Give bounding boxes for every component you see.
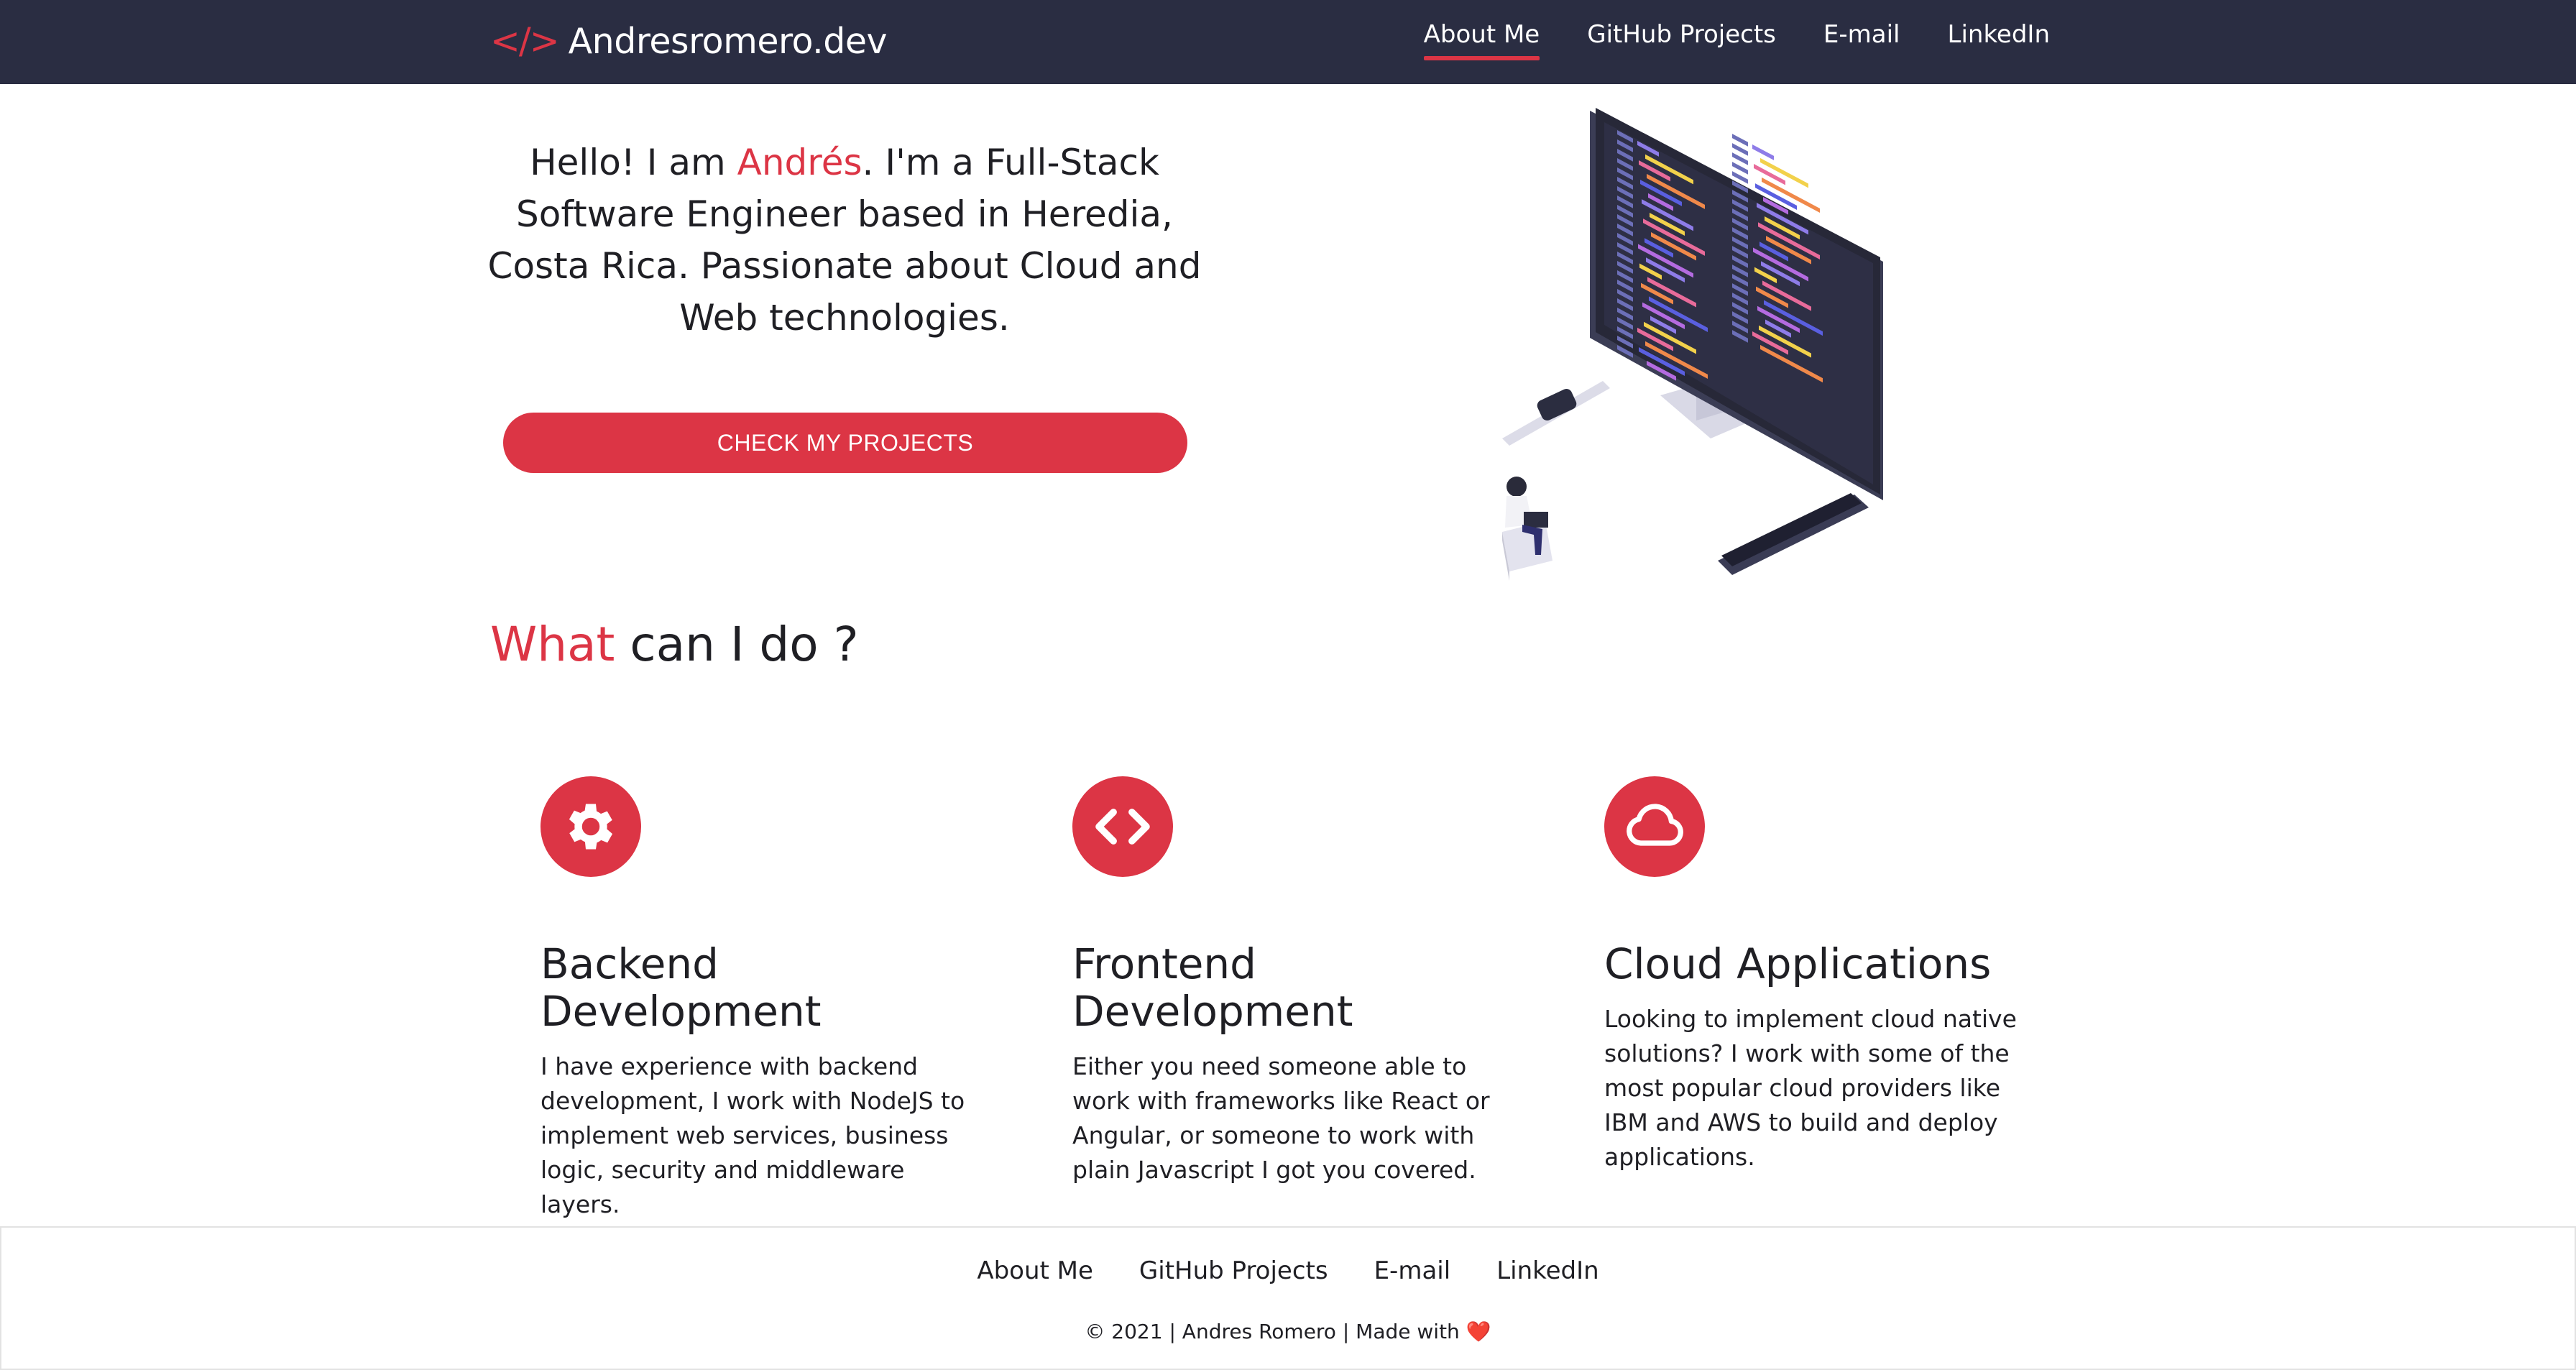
footer-link-about-me[interactable]: About Me [977,1256,1093,1285]
check-projects-button[interactable]: CHECK MY PROJECTS [503,413,1187,473]
nav-link-email[interactable]: E-mail [1823,20,1900,60]
heart-icon: ❤️ [1466,1320,1491,1343]
services-section-title: What can I do ? [490,617,859,672]
service-card-frontend: Frontend Development Either you need som… [1072,776,1504,1187]
gear-icon [540,776,641,877]
service-card-backend: Backend Development I have experience wi… [540,776,972,1222]
services-list: Backend Development I have experience wi… [540,776,2050,1218]
service-description-backend: I have experience with backend developme… [540,1052,965,1218]
nav-menu: About Me GitHub Projects E-mail LinkedIn [1423,20,2051,60]
developer-workstation-illustration [1481,101,1905,597]
service-title-backend: Backend Development [540,939,822,1036]
footer-link-github-projects[interactable]: GitHub Projects [1139,1256,1328,1285]
brand-name: Andresromero.dev [568,20,888,62]
nav-link-about-me[interactable]: About Me [1423,20,1540,60]
top-navbar: </> Andresromero.dev About Me GitHub Pro… [0,0,2576,84]
hero-name: Andrés [737,142,862,183]
footer-link-email[interactable]: E-mail [1374,1256,1451,1285]
service-title-frontend: Frontend Development [1072,939,1353,1036]
service-card-cloud: Cloud Applications Looking to implement … [1604,776,2036,1174]
service-description-cloud: Looking to implement cloud native soluti… [1604,1005,2017,1171]
cloud-icon [1604,776,1705,877]
hero-intro-text: Hello! I am Andrés. I'm a Full-Stack Sof… [460,137,1229,344]
brand-logo-link[interactable]: </> Andresromero.dev [490,16,888,66]
section-title-rest: can I do ? [615,617,859,672]
hero-greeting-prefix: Hello! I am [530,142,737,183]
service-title-cloud: Cloud Applications [1604,939,1992,988]
page-footer: About Me GitHub Projects E-mail LinkedIn… [0,1226,2576,1370]
footer-nav: About Me GitHub Projects E-mail LinkedIn [1,1256,2575,1285]
nav-link-github-projects[interactable]: GitHub Projects [1587,20,1776,60]
footer-link-linkedin[interactable]: LinkedIn [1496,1256,1599,1285]
code-icon [1072,776,1173,877]
section-title-accent: What [490,617,615,672]
copyright-text: © 2021 | Andres Romero | Made with ❤️ [1,1320,2575,1343]
code-brackets-icon: </> [490,20,560,62]
nav-link-linkedin[interactable]: LinkedIn [1948,20,2051,60]
copyright-label: © 2021 | Andres Romero | Made with [1085,1320,1460,1343]
service-description-frontend: Either you need someone able to work wit… [1072,1052,1490,1184]
